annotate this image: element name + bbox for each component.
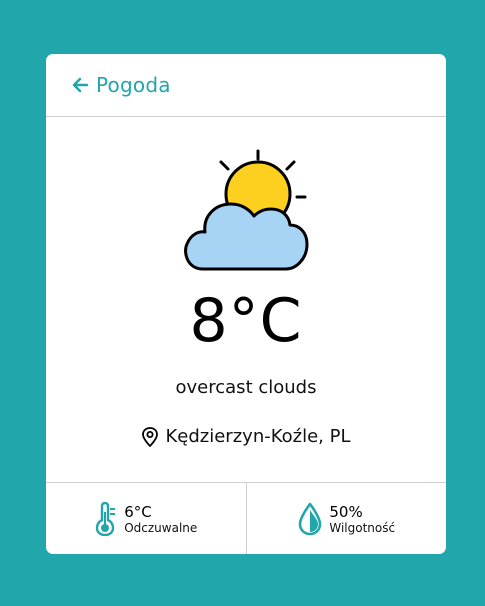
arrow-left-icon [70,75,90,95]
partly-cloudy-icon [183,146,311,280]
thermometer-icon [94,502,124,536]
location: Kędzierzyn-Koźle, PL [46,426,446,447]
back-label: Pogoda [96,73,171,97]
humidity-label: Wilgotność [329,520,396,535]
humidity-value: 50% [329,502,363,521]
location-name: Kędzierzyn-Koźle, PL [165,426,351,447]
feels-like-stat: 6°C Odczuwalne [46,483,246,554]
location-pin-icon [141,426,165,447]
back-button[interactable]: Pogoda [70,73,171,97]
stats-bar: 6°C Odczuwalne 50% Wilgotność [46,482,446,554]
water-drop-icon [297,502,329,536]
feels-like-value: 6°C [124,502,152,521]
humidity-stat: 50% Wilgotność [245,483,447,554]
feels-like-label: Odczuwalne [124,520,198,535]
temperature: 8°C [189,286,303,356]
header: Pogoda [46,54,446,117]
weather-card: Pogoda 8°C overcast clouds Kędzierzyn-Ko… [46,54,446,554]
weather-description: overcast clouds [175,377,317,398]
